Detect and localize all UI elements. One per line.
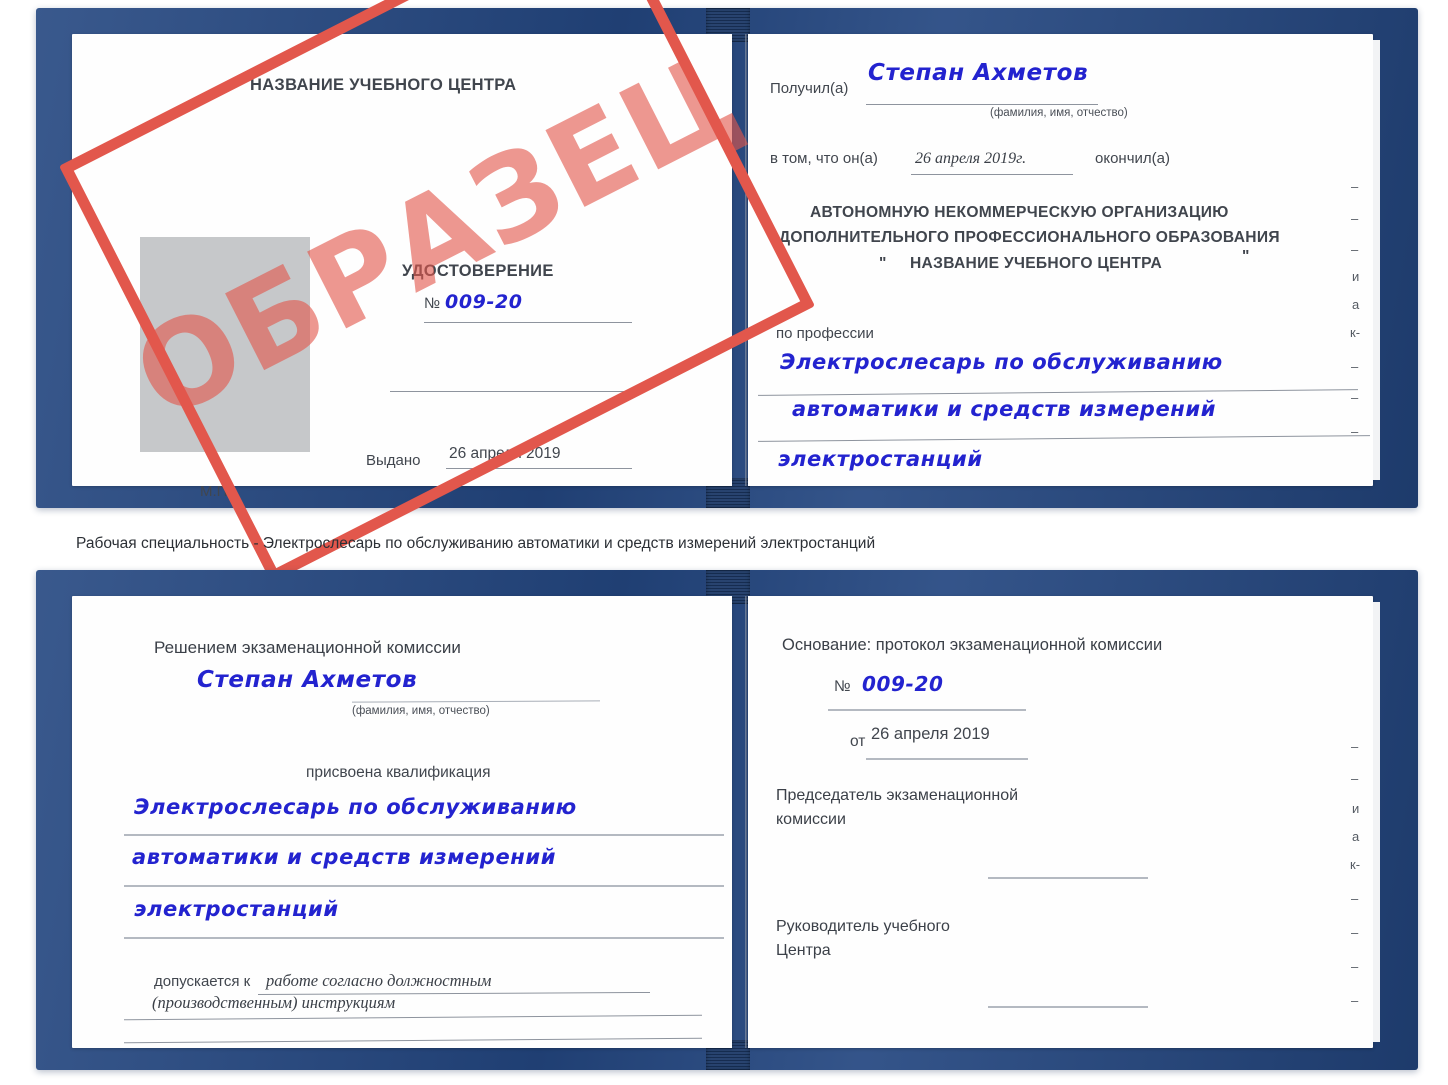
page-bottom-left: Решением экзаменационной комиссии Степан… [72,596,732,1048]
qualification-rule-3 [124,937,724,939]
bleed-glyph-3: и [1352,269,1360,284]
issued-label-top: Выдано [366,452,421,469]
blank-rule-1-top [390,391,633,392]
received-label: Получил(а) [770,80,849,97]
decision-name-rule [351,700,601,703]
figure-caption: Рабочая специальность - Электрослесарь п… [76,535,876,552]
bleed-glyph-6: – [1351,359,1359,374]
seal-label-top: М.П. [200,483,232,500]
head-signature-rule [988,1006,1148,1008]
profession-rule-2 [758,435,1370,442]
photo-placeholder [140,237,310,452]
fio-hint-bottom: (фамилия, имя, отчество) [352,705,490,717]
decision-label: Решением экзаменационной комиссии [154,638,461,657]
bleed-glyph-b7: – [1351,959,1359,974]
chairman-line-1: Председатель экзаменационной [776,787,1019,804]
head-line-2: Центра [776,942,831,959]
training-center-name-top: НАЗВАНИЕ УЧЕБНОГО ЦЕНТРА [250,76,517,94]
org-line-1: АВТОНОМНУЮ НЕКОММЕРЧЕСКУЮ ОРГАНИЗАЦИЮ [810,204,1229,221]
profession-line-3: электростанций [778,447,983,471]
allowed-value-line-2: (производственным) инструкциям [152,993,396,1012]
bleed-glyph-b4: к- [1350,857,1361,872]
gutter-top [745,34,747,486]
issued-rule-top [446,468,632,469]
profession-line-2: автоматики и средств измерений [792,397,1217,421]
bleed-glyph-b3: а [1352,829,1360,844]
protocol-number-rule [828,709,1026,711]
qualification-rule-1 [124,834,724,836]
number-label-top: № [424,295,441,312]
qualification-line-2: автоматики и средств измерений [132,845,557,869]
profession-rule-1 [758,389,1358,396]
allowed-rule-3 [124,1037,702,1044]
bleed-glyph-b8: – [1351,993,1359,1008]
number-value-top: 009-20 [445,291,523,313]
profession-line-1: Электрослесарь по обслуживанию [780,350,1223,374]
received-rule [866,104,1098,105]
protocol-date-label: от [850,733,866,750]
protocol-date-value: 26 апреля 2019 [871,725,990,743]
certificate-top: НАЗВАНИЕ УЧЕБНОГО ЦЕНТРА УДОСТОВЕРЕНИЕ №… [36,0,1418,583]
gutter-bottom [745,596,747,1048]
qualification-rule-2 [124,885,724,887]
allowed-rule-2 [124,1014,702,1021]
bleed-glyph-b1: – [1351,771,1359,786]
basis-label: Основание: протокол экзаменационной коми… [782,636,1163,654]
qualification-line-1: Электрослесарь по обслуживанию [134,795,577,819]
document-title-top: УДОСТОВЕРЕНИЕ [402,262,554,280]
number-rule-top [424,322,632,323]
protocol-number-label: № [834,678,851,695]
protocol-date-rule [866,758,1028,760]
page-edge-top-right [1373,40,1380,480]
protocol-number-value: 009-20 [862,672,944,696]
org-line-2: ДОПОЛНИТЕЛЬНОГО ПРОФЕССИОНАЛЬНОГО ОБРАЗО… [779,229,1280,246]
chairman-signature-rule [988,877,1148,879]
bleed-glyph-5: к- [1350,325,1361,340]
bleed-glyph-b6: – [1351,925,1359,940]
page-top-right: Получил(а) Степан Ахметов (фамилия, имя,… [748,34,1373,486]
fio-hint-top: (фамилия, имя, отчество) [990,107,1128,119]
bleed-glyph-7: – [1351,390,1359,405]
bleed-glyph-b0: – [1351,739,1359,754]
org-line-3: НАЗВАНИЕ УЧЕБНОГО ЦЕНТРА [910,255,1163,272]
page-edge-bottom-right [1373,602,1380,1042]
graduated-label: окончил(а) [1095,150,1170,167]
completion-date-rule [911,174,1073,175]
allowed-value-line-1: работе согласно должностным [266,971,492,990]
org-quote-open: " [879,255,887,272]
received-value: Степан Ахметов [868,60,1089,86]
bleed-glyph-4: а [1352,297,1360,312]
page-top-left: НАЗВАНИЕ УЧЕБНОГО ЦЕНТРА УДОСТОВЕРЕНИЕ №… [72,34,732,500]
bleed-glyph-8: – [1351,424,1359,439]
head-line-1: Руководитель учебного [776,918,950,935]
chairman-line-2: комиссии [776,811,846,828]
qualification-line-3: электростанций [134,897,339,921]
allowed-label: допускается к [154,973,251,990]
org-quote-close: " [1242,248,1250,265]
decision-name-value: Степан Ахметов [197,667,418,693]
completion-date: 26 апреля 2019г. [915,150,1027,167]
bleed-glyph-b5: – [1351,891,1359,906]
page-bottom-right: Основание: протокол экзаменационной коми… [748,596,1373,1048]
issued-value-top: 26 апреля 2019 [449,445,561,462]
bleed-glyph-2: – [1351,242,1359,257]
bleed-glyph-1: – [1351,211,1359,226]
that-he-label: в том, что он(а) [770,150,878,167]
qualification-label: присвоена квалификация [306,764,491,781]
certificate-bottom: Решением экзаменационной комиссии Степан… [36,570,1418,1070]
profession-label: по профессии [776,325,874,342]
bleed-glyph-b2: и [1352,801,1360,816]
bleed-glyph-0: – [1351,179,1359,194]
